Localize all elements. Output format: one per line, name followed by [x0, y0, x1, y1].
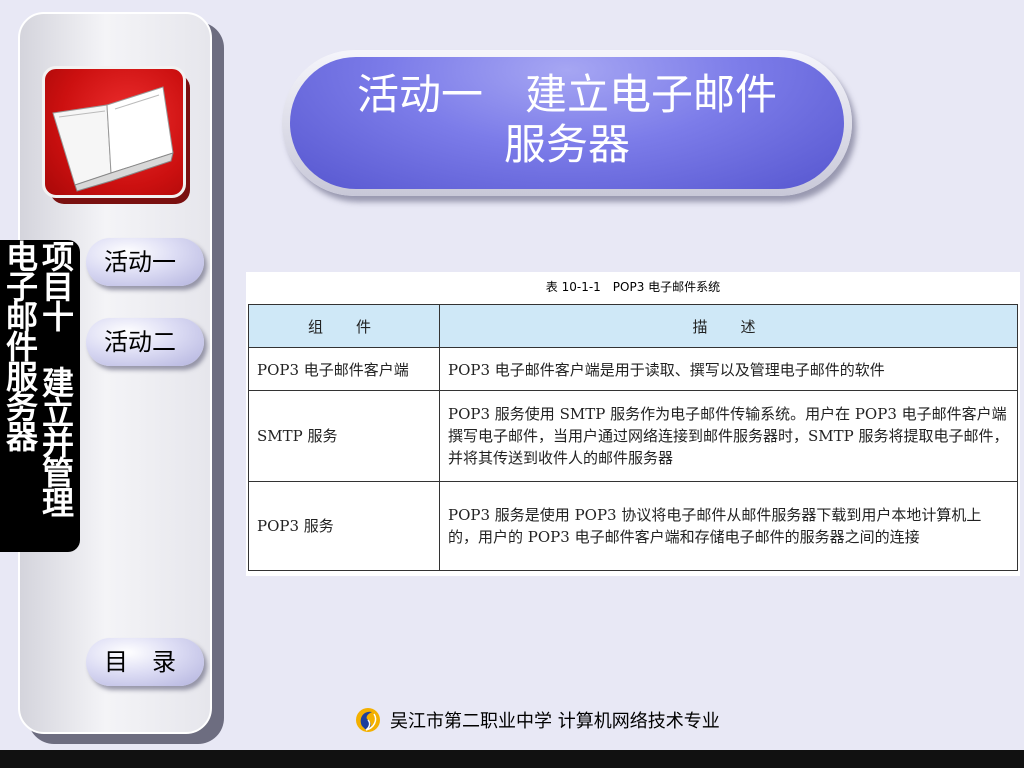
table-row: POP3 电子邮件客户端 POP3 电子邮件客户端是用于读取、撰写以及管理电子邮…: [248, 347, 1018, 391]
title-banner: 活动一 建立电子邮件 服务器: [290, 57, 844, 189]
table-panel: 表 10-1-1 POP3 电子邮件系统 组 件 描 述 POP3 电子邮件客户…: [246, 272, 1020, 576]
book-icon: [42, 66, 186, 198]
footer: 吴江市第二职业中学 计算机网络技术专业: [354, 706, 720, 734]
cell-component: POP3 服务: [248, 481, 440, 571]
header-component: 组 件: [248, 304, 440, 348]
project-title-label: 电子邮件服务器 项目十 建立并管理: [0, 240, 80, 552]
table-caption: 表 10-1-1 POP3 电子邮件系统: [545, 280, 721, 294]
footer-text: 吴江市第二职业中学 计算机网络技术专业: [390, 711, 720, 732]
table-of-contents-button[interactable]: 目 录: [86, 638, 204, 686]
cell-description: POP3 服务使用 SMTP 服务作为电子邮件传输系统。用户在 POP3 电子邮…: [439, 390, 1018, 482]
school-logo-icon: [356, 708, 380, 732]
bottom-bar: [0, 750, 1024, 768]
pop3-system-table: 组 件 描 述 POP3 电子邮件客户端 POP3 电子邮件客户端是用于读取、撰…: [248, 304, 1018, 571]
cell-description: POP3 服务是使用 POP3 协议将电子邮件从邮件服务器下载到用户本地计算机上…: [439, 481, 1018, 571]
nav-activity-2-button[interactable]: 活动二: [86, 318, 204, 366]
title-line-2: 服务器: [503, 120, 630, 169]
table-row: SMTP 服务 POP3 服务使用 SMTP 服务作为电子邮件传输系统。用户在 …: [248, 390, 1018, 482]
cell-component: POP3 电子邮件客户端: [248, 347, 440, 391]
project-title-col1: 项目十 建立并管理: [37, 240, 75, 516]
cell-description: POP3 电子邮件客户端是用于读取、撰写以及管理电子邮件的软件: [439, 347, 1018, 391]
table-row: POP3 服务 POP3 服务是使用 POP3 协议将电子邮件从邮件服务器下载到…: [248, 481, 1018, 571]
table-header-row: 组 件 描 述: [248, 304, 1018, 348]
header-description: 描 述: [439, 304, 1018, 348]
title-line-1: 活动一 建立电子邮件: [356, 70, 777, 119]
cell-component: SMTP 服务: [248, 390, 440, 482]
project-title-col2: 电子邮件服务器: [1, 240, 39, 450]
nav-activity-1-button[interactable]: 活动一: [86, 238, 204, 286]
